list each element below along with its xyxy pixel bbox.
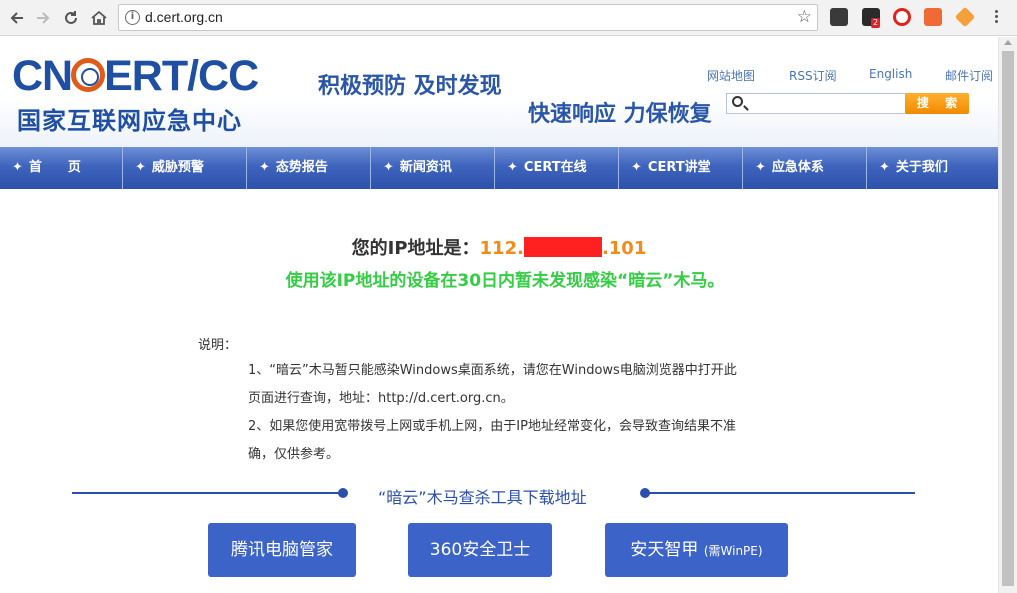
url-text[interactable]: d.cert.org.cn <box>145 9 223 25</box>
sparkle-icon: ✦ <box>383 160 394 175</box>
slogan-primary: 积极预防 及时发现 <box>318 74 502 99</box>
sparkle-icon: ✦ <box>135 160 146 175</box>
nav-item-news[interactable]: ✦ 新闻资讯 <box>371 147 495 189</box>
note-line: 确，仅供参考。 <box>248 447 340 462</box>
nav-item-label: 新闻资讯 <box>399 160 452 175</box>
diamond-extension-icon[interactable] <box>954 6 976 28</box>
slogan-secondary: 快速响应 力保恢复 <box>528 102 712 127</box>
opera-icon[interactable] <box>893 8 911 26</box>
sparkle-icon: ✦ <box>12 160 23 175</box>
download-button-note: (需WinPE) <box>703 544 763 558</box>
divider-dot-left <box>338 488 348 498</box>
search-input[interactable] <box>726 93 906 114</box>
scrollbar-thumb[interactable] <box>1002 51 1014 586</box>
download-360-button[interactable]: 360安全卫士 <box>408 523 552 577</box>
page-scrollbar[interactable] <box>998 37 1017 593</box>
extension-badge-count: 2 <box>871 18 881 28</box>
ip-suffix: .101 <box>601 238 647 259</box>
sparkle-icon: ✦ <box>507 160 518 175</box>
download-antiy-button[interactable]: 安天智甲 (需WinPE) <box>605 523 788 577</box>
logo-text-right: ERT/CC <box>104 52 259 100</box>
infection-status: 使用该IP地址的设备在30日内暂未发现感染“暗云”木马。 <box>285 271 725 291</box>
address-bar[interactable]: i d.cert.org.cn ☆ <box>118 4 818 31</box>
back-arrow-icon <box>10 12 23 24</box>
site-name: 国家互联网应急中心 <box>17 107 242 135</box>
search-button[interactable]: 搜 索 <box>905 93 969 114</box>
ip-address-line: 您的IP地址是：112. .101 <box>0 234 998 260</box>
ip-prefix: 112. <box>479 238 524 259</box>
nav-item-label: 首 页 <box>28 160 81 175</box>
sparkle-icon: ✦ <box>755 160 766 175</box>
download-button-label: 安天智甲 <box>630 540 704 560</box>
nav-item-label: 威胁预警 <box>151 160 204 175</box>
ip-label: 您的IP地址是： <box>351 238 480 259</box>
nav-item-threat-alerts[interactable]: ✦ 威胁预警 <box>123 147 247 189</box>
download-tencent-button[interactable]: 腾讯电脑管家 <box>208 523 356 577</box>
main-nav: ✦ 首 页 ✦ 威胁预警 ✦ 态势报告 ✦ 新闻资讯 ✦ CERT在线 ✦ CERT讲堂 ✦… <box>0 147 998 189</box>
reload-icon <box>65 11 77 24</box>
sparkle-icon: ✦ <box>631 160 642 175</box>
search-icon <box>732 96 743 107</box>
nav-item-label: 应急体系 <box>771 160 824 175</box>
download-button-label: 360安全卫士 <box>429 540 531 560</box>
nav-item-cert-lectures[interactable]: ✦ CERT讲堂 <box>619 147 743 189</box>
divider-left <box>72 492 343 494</box>
notes-title: 说明： <box>198 338 238 353</box>
logo-text-left: CN <box>12 52 73 100</box>
web-page: CN ERT/CC 国家互联网应急中心 积极预防 及时发现 快速响应 力保恢复 网… <box>0 37 998 593</box>
note-line: 页面进行查询，地址：http://d.cert.org.cn。 <box>248 391 514 406</box>
nav-item-home[interactable]: ✦ 首 页 <box>0 147 123 189</box>
info-icon[interactable]: i <box>125 10 140 25</box>
reload-button[interactable] <box>60 7 82 29</box>
site-logo[interactable]: CN ERT/CC <box>12 52 259 100</box>
extension-dark-icon[interactable] <box>830 8 848 26</box>
forward-arrow-icon <box>37 12 50 24</box>
back-button[interactable] <box>6 7 28 29</box>
link-sitemap[interactable]: 网站地图 <box>707 67 755 84</box>
nav-item-label: 关于我们 <box>895 160 948 175</box>
divider-right <box>645 492 915 494</box>
globe-logo-icon <box>71 58 106 92</box>
ip-redaction <box>523 237 602 257</box>
sparkle-icon: ✦ <box>879 160 890 175</box>
site-header: CN ERT/CC 国家互联网应急中心 积极预防 及时发现 快速响应 力保恢复 网… <box>0 37 998 147</box>
nav-item-about[interactable]: ✦ 关于我们 <box>867 147 998 189</box>
nav-item-label: 态势报告 <box>275 160 328 175</box>
nav-item-cert-online[interactable]: ✦ CERT在线 <box>495 147 619 189</box>
note-line: 1、“暗云”木马暂只能感染Windows桌面系统，请您在Windows电脑浏览器… <box>248 363 737 378</box>
download-button-label: 腾讯电脑管家 <box>231 540 333 560</box>
link-english[interactable]: English <box>869 67 912 81</box>
extension-badge-icon[interactable]: 2 <box>862 8 881 28</box>
sparkle-icon: ✦ <box>259 160 270 175</box>
link-rss[interactable]: RSS订阅 <box>789 67 837 84</box>
home-button[interactable] <box>88 7 110 29</box>
nav-item-label: CERT讲堂 <box>647 160 711 175</box>
note-line: 2、如果您使用宽带拨号上网或手机上网，由于IP地址经常变化，会导致查询结果不准 <box>248 419 736 434</box>
home-icon <box>91 10 107 25</box>
nav-item-label: CERT在线 <box>523 160 587 175</box>
nav-item-emergency-system[interactable]: ✦ 应急体系 <box>743 147 867 189</box>
browser-toolbar: i d.cert.org.cn ☆ 2 <box>0 0 1017 36</box>
bookmark-star-icon[interactable]: ☆ <box>797 7 812 27</box>
download-section-title: “暗云”木马查杀工具下载地址 <box>378 488 587 507</box>
forward-button[interactable] <box>32 7 54 29</box>
link-mail-subscribe[interactable]: 邮件订阅 <box>945 67 993 84</box>
nav-item-situation-reports[interactable]: ✦ 态势报告 <box>247 147 371 189</box>
orange-extension-icon[interactable] <box>924 8 942 26</box>
scroll-up-icon[interactable] <box>1004 40 1012 45</box>
browser-menu-icon[interactable] <box>994 8 1000 25</box>
